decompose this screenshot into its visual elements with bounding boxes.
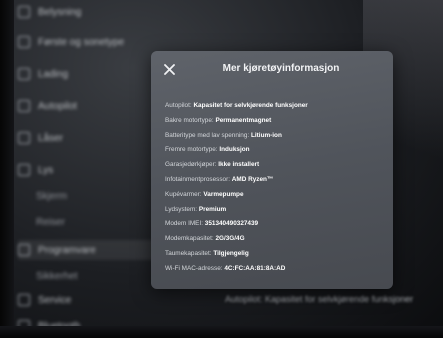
info-row-garage-door: Garasjedørkjøper: Ikke installert xyxy=(165,161,260,169)
sidebar-item-laser[interactable]: Låser xyxy=(18,128,63,148)
sidebar-item-service[interactable]: Service xyxy=(18,290,71,310)
vehicle-info-modal: Mer kjøretøyinformasjon Autopilot: Kapas… xyxy=(151,51,393,289)
sidebar-item-label: Skjerm xyxy=(36,190,68,202)
info-row-battery-type: Batteritype med lav spenning: Litium-ion xyxy=(165,131,282,139)
sidebar-item-label: Belysning xyxy=(38,6,82,18)
sidebar-item-label: Reiser xyxy=(36,216,65,228)
light-icon xyxy=(18,6,30,18)
info-row-cabin-heater: Kupévarmer: Varmepumpe xyxy=(165,190,244,198)
sidebar-item-lading[interactable]: Lading xyxy=(18,64,68,84)
wrench-icon xyxy=(18,294,30,306)
sidebar-item-forste[interactable]: Første og sonetype xyxy=(18,32,124,52)
download-icon xyxy=(18,244,30,256)
info-row-modem-imei: Modem IMEI: 351340490327439 xyxy=(165,220,259,228)
info-row-sound-system: Lydsystem: Premium xyxy=(165,205,227,213)
info-row-rear-motor: Bakre motortype: Permanentmagnet xyxy=(165,116,272,124)
sidebar-item-label: Låser xyxy=(38,132,64,144)
settings-sidebar: Belysning Første og sonetype Lading Auto… xyxy=(18,0,168,338)
sidebar-subitem-sikkerhet[interactable]: Sikkerhet xyxy=(36,266,78,286)
modal-title: Mer kjøretøyinformasjon xyxy=(222,63,340,74)
screen-bezel-left xyxy=(0,0,14,338)
info-row-processor: Infotainmentprosessor: AMD Ryzen™ xyxy=(165,175,274,183)
info-row-modem-capacity: Modemkapasitet: 2G/3G/4G xyxy=(165,235,245,243)
info-row-autopilot: Autopilot: Kapasitet for selvkjørende fu… xyxy=(165,102,308,109)
car-icon xyxy=(18,36,30,48)
sidebar-item-lys[interactable]: Lys xyxy=(18,160,53,180)
charge-icon xyxy=(18,68,30,80)
sidebar-item-label: Service xyxy=(38,294,72,306)
screen-bezel-bottom xyxy=(0,326,443,338)
info-row-front-motor: Fremre motortype: Induksjon xyxy=(165,146,250,154)
sidebar-item-label: Første og sonetype xyxy=(38,36,125,48)
sidebar-item-label: Programvare xyxy=(38,244,96,256)
background-autopilot-text: Autopilot: Kapasitet for selvkjørende fu… xyxy=(225,294,414,304)
sidebar-item-label: Sikkerhet xyxy=(36,270,78,282)
steering-icon xyxy=(18,100,30,112)
info-row-towing: Taumekapasitet: Tilgjengelig xyxy=(165,249,249,257)
sidebar-subitem-skjerm[interactable]: Skjerm xyxy=(36,186,67,206)
modal-header: Mer kjøretøyinformasjon xyxy=(151,51,393,87)
screen-photo: Belysning Første og sonetype Lading Auto… xyxy=(0,0,443,338)
sidebar-item-label: Lading xyxy=(38,68,69,80)
sidebar-item-label: Autopilot xyxy=(38,100,77,112)
sidebar-item-autopilot[interactable]: Autopilot xyxy=(18,96,77,116)
close-button[interactable] xyxy=(161,61,177,77)
sidebar-item-programvare[interactable]: Programvare xyxy=(18,240,168,260)
vehicle-info-list: Autopilot: Kapasitet for selvkjørende fu… xyxy=(165,99,389,277)
sidebar-subitem-reiser[interactable]: Reiser xyxy=(36,212,65,232)
info-row-wifi-mac: Wi-Fi MAC-adresse: 4C:FC:AA:81:8A:AD xyxy=(165,264,286,272)
close-icon xyxy=(163,63,175,75)
sidebar-item-belysning[interactable]: Belysning xyxy=(18,2,81,22)
sidebar-item-label: Lys xyxy=(38,164,54,176)
lock-icon xyxy=(18,132,30,144)
bulb-icon xyxy=(18,164,30,176)
